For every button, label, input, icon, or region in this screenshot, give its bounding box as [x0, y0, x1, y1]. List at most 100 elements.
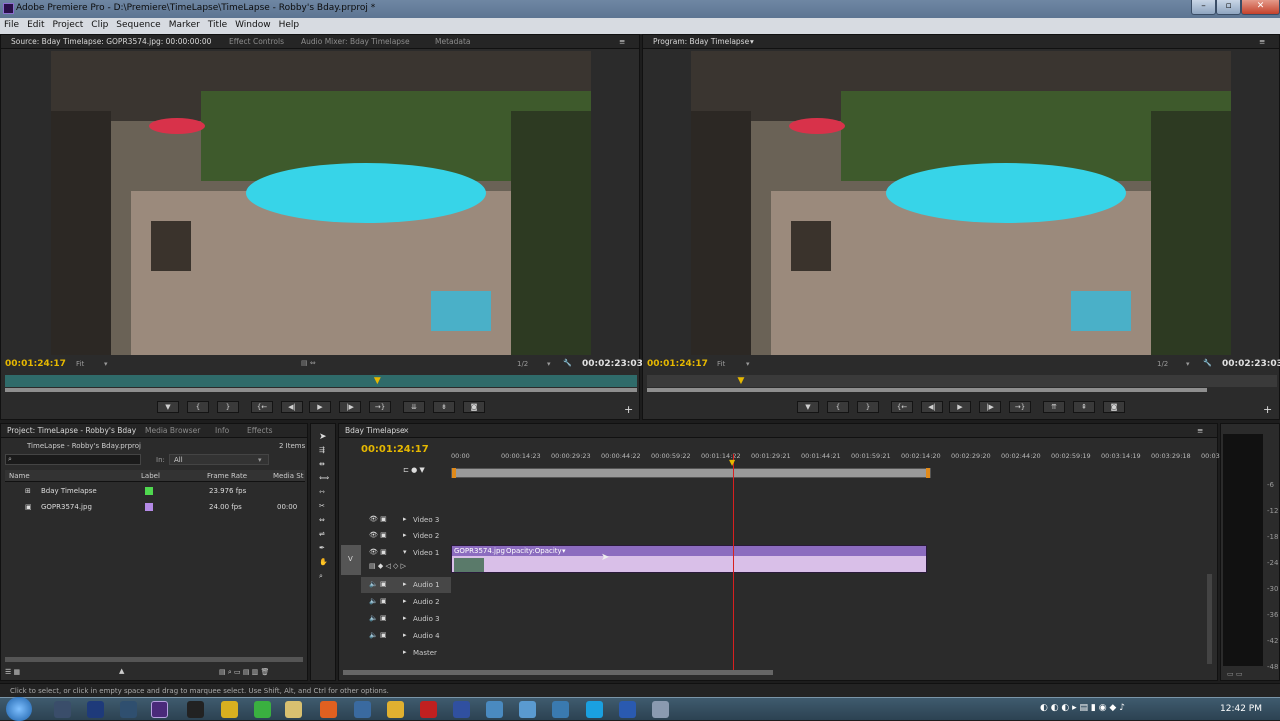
chevron-right-icon[interactable]: ▸ — [403, 597, 407, 605]
tab-metadata[interactable]: Metadata — [435, 37, 471, 46]
system-tray-icons[interactable]: ◐ ◐ ◐ ▸ ▤ ▮ ◉ ◆ ♪ — [1040, 703, 1125, 713]
play-button[interactable]: ▶ — [949, 401, 971, 413]
track-master[interactable]: ▸ Master — [339, 645, 1217, 661]
playhead-marker[interactable]: ▼ — [729, 458, 735, 467]
step-forward-button[interactable]: |▶ — [339, 401, 361, 413]
slide-tool-icon[interactable]: ⇌ — [319, 530, 325, 538]
program-video-frame[interactable] — [691, 51, 1231, 355]
project-scrollbar[interactable] — [5, 657, 303, 662]
wrench-icon[interactable]: 🔧 — [563, 359, 572, 367]
eye-icon[interactable]: 👁 ▣ — [369, 548, 387, 556]
speaker-icon[interactable]: 🔈 ▣ — [369, 631, 387, 639]
wrench-icon[interactable]: 🔧 — [1203, 359, 1212, 367]
menu-clip[interactable]: Clip — [87, 18, 112, 30]
step-back-button[interactable]: ◀| — [281, 401, 303, 413]
project-bottom-tools-icon[interactable]: ▤ ⌕ ▭ ▤ ▥ 🗑 — [219, 668, 269, 677]
export-frame-button[interactable]: ◙ — [463, 401, 485, 413]
timeline-ruler[interactable]: 00:00 00:00:14:23 00:00:29:23 00:00:44:22 00… — [451, 450, 1226, 462]
source-fit-select[interactable]: Fit — [76, 360, 84, 368]
list-item[interactable]: ▣ GOPR3574.jpg 24.00 fps 00:00 — [5, 500, 305, 514]
chevron-down-icon[interactable]: ▾ — [547, 360, 551, 368]
column-label[interactable]: Label — [141, 472, 160, 480]
track-audio-4[interactable]: 🔈 ▣ ▸ Audio 4 — [339, 628, 1217, 644]
mark-out-button[interactable]: } — [857, 401, 879, 413]
taskbar-app-icon[interactable] — [453, 701, 470, 718]
mark-out-button[interactable]: } — [217, 401, 239, 413]
go-to-in-button[interactable]: {← — [891, 401, 913, 413]
column-media-start[interactable]: Media St — [273, 472, 303, 480]
eye-icon[interactable]: 👁 ▣ — [369, 531, 387, 539]
selection-tool-icon[interactable]: ➤ — [319, 432, 327, 442]
list-view-icon[interactable]: ☰ ▦ — [5, 668, 20, 676]
taskbar-app-icon[interactable] — [552, 701, 569, 718]
zoom-slider[interactable]: ▲ — [119, 667, 124, 675]
menu-window[interactable]: Window — [231, 18, 275, 30]
insert-button[interactable]: ⇊ — [403, 401, 425, 413]
chrome-icon[interactable] — [387, 701, 404, 718]
panel-menu-icon[interactable]: ≡ — [619, 37, 625, 46]
tab-project[interactable]: Project: TimeLapse - Robby's Bday — [7, 426, 136, 435]
close-button[interactable]: ✕ — [1241, 0, 1280, 15]
taskbar-app-icon[interactable] — [420, 701, 437, 718]
menu-edit[interactable]: Edit — [23, 18, 48, 30]
add-marker-button[interactable]: ▼ — [797, 401, 819, 413]
chevron-right-icon[interactable]: ▸ — [403, 631, 407, 639]
menu-project[interactable]: Project — [49, 18, 88, 30]
column-name[interactable]: Name — [9, 472, 30, 480]
slip-tool-icon[interactable]: ⇔ — [319, 516, 325, 524]
minimize-button[interactable]: – — [1191, 0, 1216, 15]
maximize-button[interactable]: ▫ — [1216, 0, 1241, 15]
chevron-down-icon[interactable]: ▾ — [1186, 360, 1190, 368]
tab-audio-mixer[interactable]: Audio Mixer: Bday Timelapse — [301, 37, 410, 46]
tab-effects[interactable]: Effects — [247, 426, 273, 435]
source-time-ruler[interactable]: ▼ — [5, 375, 637, 387]
track-audio-1[interactable]: 🔈 ▣ ▸ Audio 1 — [339, 577, 1217, 593]
timeline-vertical-scrollbar[interactable] — [1207, 574, 1212, 664]
tab-timeline-sequence[interactable]: Bday Timelapse — [345, 426, 405, 435]
menu-file[interactable]: File — [0, 18, 23, 30]
close-icon[interactable]: × — [403, 426, 409, 435]
work-area-start-handle[interactable] — [452, 468, 456, 478]
go-to-out-button[interactable]: →} — [1009, 401, 1031, 413]
taskbar-app-icon[interactable] — [519, 701, 536, 718]
track-video-2[interactable]: 👁 ▣ ▸ Video 2 — [339, 528, 1217, 544]
taskbar-app-icon[interactable] — [221, 701, 238, 718]
taskbar-app-icon[interactable] — [486, 701, 503, 718]
program-timecode-current[interactable]: 00:01:24:17 — [647, 359, 708, 369]
ripple-edit-tool-icon[interactable]: ⇹ — [319, 460, 325, 468]
drag-video-icon[interactable]: ▤ ⇔ — [301, 359, 316, 367]
step-forward-button[interactable]: |▶ — [979, 401, 1001, 413]
add-marker-button[interactable]: ▼ — [157, 401, 179, 413]
chevron-right-icon[interactable]: ▸ — [403, 580, 407, 588]
program-fit-select[interactable]: Fit — [717, 360, 725, 368]
chevron-right-icon[interactable]: ▸ — [403, 515, 407, 523]
go-to-in-button[interactable]: {← — [251, 401, 273, 413]
mark-in-button[interactable]: { — [187, 401, 209, 413]
taskbar-app-icon[interactable] — [120, 701, 137, 718]
taskbar-app-icon[interactable] — [54, 701, 71, 718]
playhead-marker[interactable]: ▼ — [738, 376, 745, 386]
add-button-icon[interactable]: + — [624, 403, 633, 416]
keyframe-display-icon[interactable]: ▤ ◆ ◁ ◇ ▷ — [369, 562, 406, 570]
tab-effect-controls[interactable]: Effect Controls — [229, 37, 284, 46]
timeline-scrollbar[interactable] — [343, 670, 773, 675]
tab-program[interactable]: Program: Bday Timelapse — [653, 37, 749, 46]
pen-tool-icon[interactable]: ✒ — [319, 544, 325, 552]
taskbar-app-icon[interactable] — [187, 701, 204, 718]
skype-icon[interactable] — [586, 701, 603, 718]
menu-help[interactable]: Help — [275, 18, 304, 30]
word-icon[interactable] — [619, 701, 636, 718]
chevron-down-icon[interactable]: ▾ — [104, 360, 108, 368]
chevron-right-icon[interactable]: ▸ — [403, 531, 407, 539]
track-audio-2[interactable]: 🔈 ▣ ▸ Audio 2 — [339, 594, 1217, 610]
speaker-icon[interactable]: 🔈 ▣ — [369, 580, 387, 588]
source-zoom-select[interactable]: 1/2 — [517, 360, 528, 368]
razor-tool-icon[interactable]: ✂ — [319, 502, 325, 510]
chevron-down-icon[interactable]: ▾ — [750, 37, 754, 46]
taskbar-app-icon[interactable] — [354, 701, 371, 718]
project-search-input[interactable]: ⌕ — [5, 454, 141, 465]
track-audio-3[interactable]: 🔈 ▣ ▸ Audio 3 — [339, 611, 1217, 627]
menu-title[interactable]: Title — [204, 18, 231, 30]
tab-info[interactable]: Info — [215, 426, 229, 435]
clip-effect-menu[interactable]: Opacity:Opacity — [506, 547, 562, 555]
